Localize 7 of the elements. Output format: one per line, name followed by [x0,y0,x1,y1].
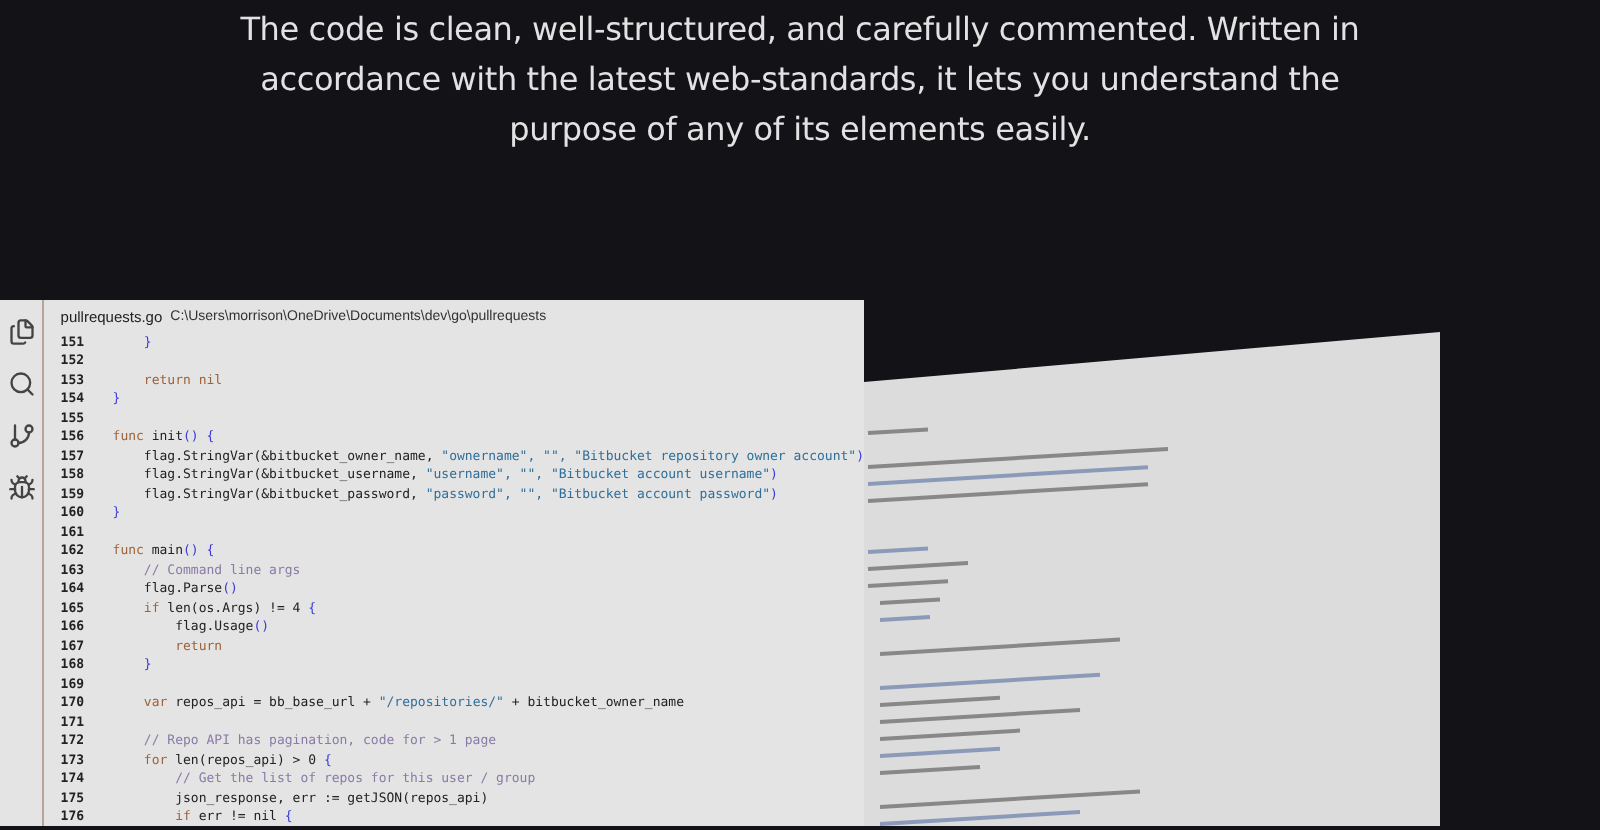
search-icon[interactable] [7,370,36,398]
files-icon[interactable] [7,318,36,346]
intro-text: purpose of any of its elements easily. [509,108,1091,152]
intro-text: The code is clean, well-structured, and carefully commented. Written in [240,8,1360,52]
bug-icon[interactable] [7,474,36,502]
git-branch-icon[interactable] [7,422,36,450]
intro-text: accordance with the latest web-standards, it lets you understand the [260,58,1340,102]
